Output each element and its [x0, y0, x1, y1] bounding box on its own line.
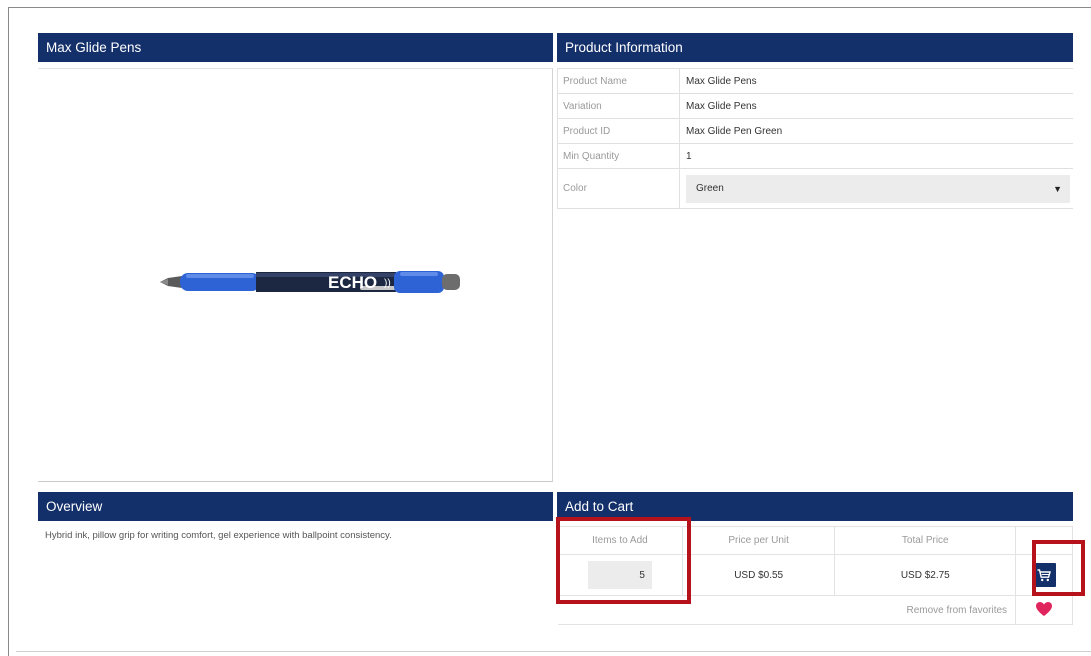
cart-icon — [1037, 568, 1051, 581]
total-price-value: USD $2.75 — [834, 554, 1017, 596]
price-per-unit-value: USD $0.55 — [681, 554, 836, 596]
info-value: Max Glide Pens — [679, 68, 1073, 94]
price-per-unit-header: Price per Unit — [681, 526, 836, 555]
add-to-cart-header: Add to Cart — [557, 492, 1073, 521]
product-image-pen: ECHO )) — [160, 271, 460, 293]
total-price-header: Total Price — [834, 526, 1017, 555]
svg-text:)): )) — [384, 278, 391, 289]
favorites-row: Remove from favorites — [557, 595, 1073, 625]
info-label: Product Name — [557, 68, 680, 94]
product-information-table: Product Name Max Glide Pens Variation Ma… — [557, 68, 1073, 209]
info-row-variation: Variation Max Glide Pens — [557, 93, 1073, 119]
info-row-color: Color Green ▼ — [557, 168, 1073, 209]
chevron-down-icon: ▼ — [1053, 183, 1062, 194]
add-to-cart-table: Items to Add Price per Unit Total Price … — [557, 526, 1073, 625]
frame-bottom-border — [16, 651, 1091, 652]
pen-brand-text: ECHO — [328, 273, 377, 292]
overview-description: Hybrid ink, pillow grip for writing comf… — [45, 530, 392, 541]
color-selected-value: Green — [696, 182, 724, 194]
info-label: Product ID — [557, 118, 680, 144]
info-row-product-name: Product Name Max Glide Pens — [557, 68, 1073, 94]
cart-values-row: USD $0.55 USD $2.75 — [557, 554, 1073, 596]
cart-header-row: Items to Add Price per Unit Total Price — [557, 526, 1073, 555]
info-row-min-quantity: Min Quantity 1 — [557, 143, 1073, 169]
color-label: Color — [557, 168, 680, 209]
add-to-cart-button[interactable] — [1032, 563, 1057, 587]
product-image-area: ECHO )) — [38, 68, 553, 482]
quantity-input[interactable] — [587, 561, 652, 589]
info-value: 1 — [679, 143, 1073, 169]
remove-from-favorites-link[interactable]: Remove from favorites — [557, 595, 1017, 625]
info-label: Variation — [557, 93, 680, 119]
info-value: Max Glide Pen Green — [679, 118, 1073, 144]
product-information-header: Product Information — [557, 33, 1073, 62]
info-row-product-id: Product ID Max Glide Pen Green — [557, 118, 1073, 144]
color-select[interactable]: Green ▼ — [686, 174, 1070, 203]
info-label: Min Quantity — [557, 143, 680, 169]
heart-icon[interactable] — [1035, 601, 1053, 617]
items-to-add-header: Items to Add — [557, 526, 683, 555]
product-title-header: Max Glide Pens — [38, 33, 553, 62]
info-value: Max Glide Pens — [679, 93, 1073, 119]
overview-header: Overview — [38, 492, 553, 521]
